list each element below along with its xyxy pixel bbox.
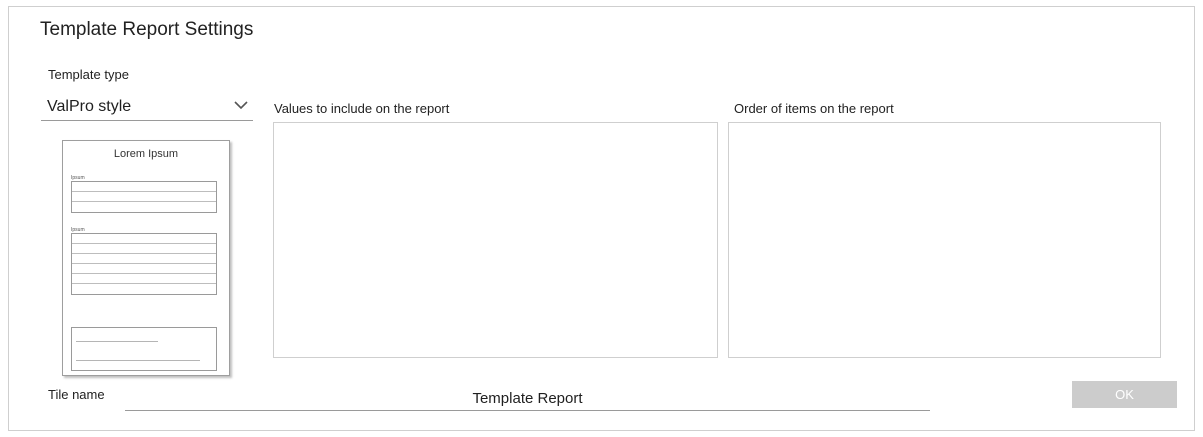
preview-title: Lorem Ipsum	[113, 148, 179, 160]
template-type-value: ValPro style	[47, 98, 132, 115]
preview-footer-box	[71, 327, 217, 371]
preview-table-1	[71, 181, 217, 213]
order-list-label: Order of items on the report	[734, 101, 894, 116]
ok-button[interactable]: OK	[1072, 381, 1177, 408]
chevron-down-icon	[233, 98, 249, 110]
template-type-label: Template type	[48, 67, 129, 82]
template-type-dropdown[interactable]: ValPro style	[41, 95, 253, 121]
report-settings-panel: Template Report Settings Template type V…	[8, 6, 1195, 431]
values-list[interactable]	[273, 122, 718, 358]
values-list-label: Values to include on the report	[274, 101, 450, 116]
order-list[interactable]	[728, 122, 1161, 358]
tile-name-input[interactable]: Template Report	[125, 385, 930, 411]
tile-name-label: Tile name	[48, 387, 105, 402]
preview-table-2	[71, 233, 217, 295]
template-preview-thumbnail: Lorem Ipsum Ipsum Ipsum	[62, 140, 230, 376]
dialog-title: Template Report Settings	[40, 19, 254, 40]
